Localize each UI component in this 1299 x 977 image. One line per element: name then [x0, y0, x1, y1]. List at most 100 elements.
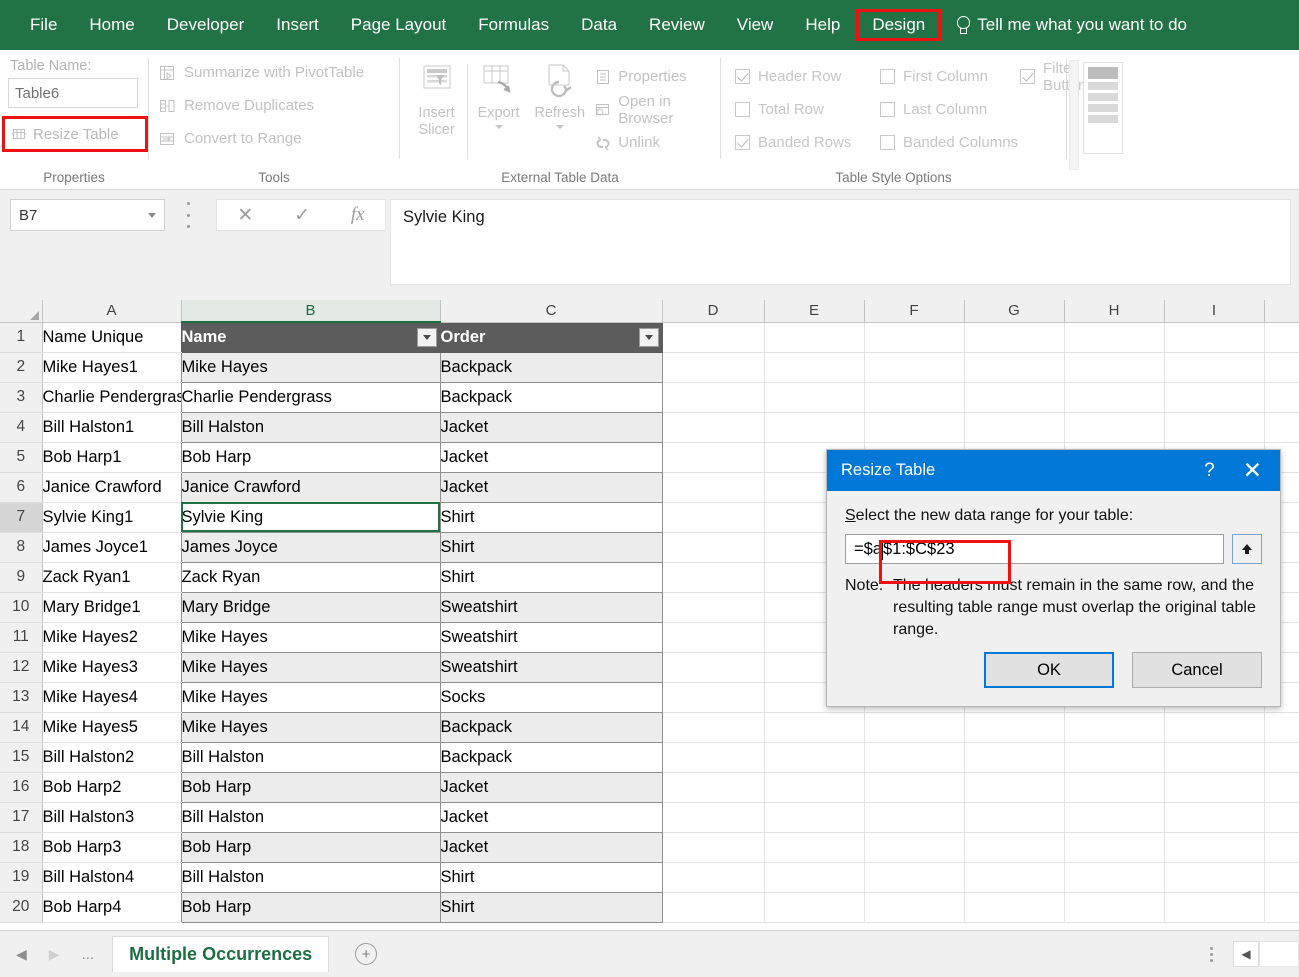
row-header-10[interactable]: 10 [0, 592, 42, 622]
hscroll-left-button[interactable]: ◀ [1233, 941, 1259, 967]
cell-A15[interactable]: Bill Halston2 [42, 742, 181, 772]
cell-G20[interactable] [964, 892, 1064, 922]
scroll-handle[interactable] [1210, 947, 1213, 962]
cell-I19[interactable] [1164, 862, 1264, 892]
ribbon-tab-developer[interactable]: Developer [151, 9, 261, 41]
cell-G15[interactable] [964, 742, 1064, 772]
cell-A1[interactable]: Name Unique [42, 322, 181, 352]
cell-B3[interactable]: Charlie Pendergrass [181, 382, 440, 412]
column-header-g[interactable]: G [964, 300, 1064, 322]
row-header-15[interactable]: 15 [0, 742, 42, 772]
column-header-b[interactable]: B [181, 300, 440, 322]
cell-E2[interactable] [764, 352, 864, 382]
cell-G1[interactable] [964, 322, 1064, 352]
unlink-button[interactable]: Unlink [594, 126, 720, 159]
cell-H2[interactable] [1064, 352, 1164, 382]
cell-C5[interactable]: Jacket [440, 442, 662, 472]
cell-D17[interactable] [662, 802, 764, 832]
row-header-12[interactable]: 12 [0, 652, 42, 682]
cell-H15[interactable] [1064, 742, 1164, 772]
cell-B14[interactable]: Mike Hayes [181, 712, 440, 742]
cell-C16[interactable]: Jacket [440, 772, 662, 802]
cell-A19[interactable]: Bill Halston4 [42, 862, 181, 892]
cell-D1[interactable] [662, 322, 764, 352]
collapse-dialog-button[interactable] [1232, 534, 1262, 564]
checkbox-banded-columns[interactable]: Banded Columns [880, 126, 1020, 159]
cell-F2[interactable] [864, 352, 964, 382]
cell-I14[interactable] [1164, 712, 1264, 742]
cell-E16[interactable] [764, 772, 864, 802]
name-box[interactable]: B7 [10, 199, 165, 231]
cell-J14[interactable] [1264, 712, 1299, 742]
row-header-3[interactable]: 3 [0, 382, 42, 412]
cell-E3[interactable] [764, 382, 864, 412]
ribbon-tab-view[interactable]: View [721, 9, 790, 41]
ribbon-tab-formulas[interactable]: Formulas [462, 9, 565, 41]
row-header-17[interactable]: 17 [0, 802, 42, 832]
cell-A4[interactable]: Bill Halston1 [42, 412, 181, 442]
cell-A20[interactable]: Bob Harp4 [42, 892, 181, 922]
filter-button-icon[interactable] [417, 328, 437, 347]
row-header-8[interactable]: 8 [0, 532, 42, 562]
ribbon-tab-design[interactable]: Design [856, 9, 941, 41]
cell-D13[interactable] [662, 682, 764, 712]
checkbox-banded-rows[interactable]: Banded Rows [735, 126, 880, 159]
cell-D20[interactable] [662, 892, 764, 922]
cell-B20[interactable]: Bob Harp [181, 892, 440, 922]
cell-B8[interactable]: James Joyce [181, 532, 440, 562]
cell-F16[interactable] [864, 772, 964, 802]
chevron-down-icon[interactable] [148, 213, 156, 218]
cell-E15[interactable] [764, 742, 864, 772]
cell-F18[interactable] [864, 832, 964, 862]
cell-C2[interactable]: Backpack [440, 352, 662, 382]
export-dropdown-icon[interactable] [495, 125, 503, 129]
row-header-2[interactable]: 2 [0, 352, 42, 382]
cell-D5[interactable] [662, 442, 764, 472]
range-input[interactable]: =$a$1:$C$23 [845, 534, 1224, 564]
resize-table-button[interactable]: Resize Table [5, 119, 145, 149]
formula-input[interactable]: Sylvie King [390, 199, 1291, 285]
cell-A12[interactable]: Mike Hayes3 [42, 652, 181, 682]
cell-D10[interactable] [662, 592, 764, 622]
cell-H4[interactable] [1064, 412, 1164, 442]
cell-D9[interactable] [662, 562, 764, 592]
cell-C9[interactable]: Shirt [440, 562, 662, 592]
open-in-browser-button[interactable]: Open in Browser [594, 93, 720, 126]
cell-D8[interactable] [662, 532, 764, 562]
cell-C7[interactable]: Shirt [440, 502, 662, 532]
row-header-11[interactable]: 11 [0, 622, 42, 652]
cell-J2[interactable] [1264, 352, 1299, 382]
column-header-j[interactable] [1264, 300, 1299, 322]
sheet-tab-multiple-occurrences[interactable]: Multiple Occurrences [112, 936, 329, 972]
cell-D12[interactable] [662, 652, 764, 682]
cell-D6[interactable] [662, 472, 764, 502]
cell-G4[interactable] [964, 412, 1064, 442]
filter-button-icon[interactable] [639, 328, 659, 347]
row-header-7[interactable]: 7 [0, 502, 42, 532]
cell-H14[interactable] [1064, 712, 1164, 742]
row-header-16[interactable]: 16 [0, 772, 42, 802]
cell-C20[interactable]: Shirt [440, 892, 662, 922]
checkbox-total-row[interactable]: Total Row [735, 93, 880, 126]
sheet-nav-ellipsis[interactable]: ... [82, 946, 95, 963]
cell-J15[interactable] [1264, 742, 1299, 772]
hscroll-track[interactable] [1259, 941, 1299, 967]
remove-duplicates-button[interactable]: Remove Duplicates [159, 89, 399, 122]
cell-D16[interactable] [662, 772, 764, 802]
row-header-1[interactable]: 1 [0, 322, 42, 352]
row-header-9[interactable]: 9 [0, 562, 42, 592]
cell-C17[interactable]: Jacket [440, 802, 662, 832]
cell-C10[interactable]: Sweatshirt [440, 592, 662, 622]
cell-I2[interactable] [1164, 352, 1264, 382]
row-header-14[interactable]: 14 [0, 712, 42, 742]
checkbox-last-column[interactable]: Last Column [880, 93, 1020, 126]
cancel-icon[interactable]: ✕ [237, 204, 253, 227]
formula-bar-handle[interactable] [186, 202, 190, 228]
cell-D18[interactable] [662, 832, 764, 862]
cell-D11[interactable] [662, 622, 764, 652]
cell-D15[interactable] [662, 742, 764, 772]
insert-function-icon[interactable]: fx [351, 204, 365, 226]
cell-H16[interactable] [1064, 772, 1164, 802]
cell-D2[interactable] [662, 352, 764, 382]
cell-I16[interactable] [1164, 772, 1264, 802]
